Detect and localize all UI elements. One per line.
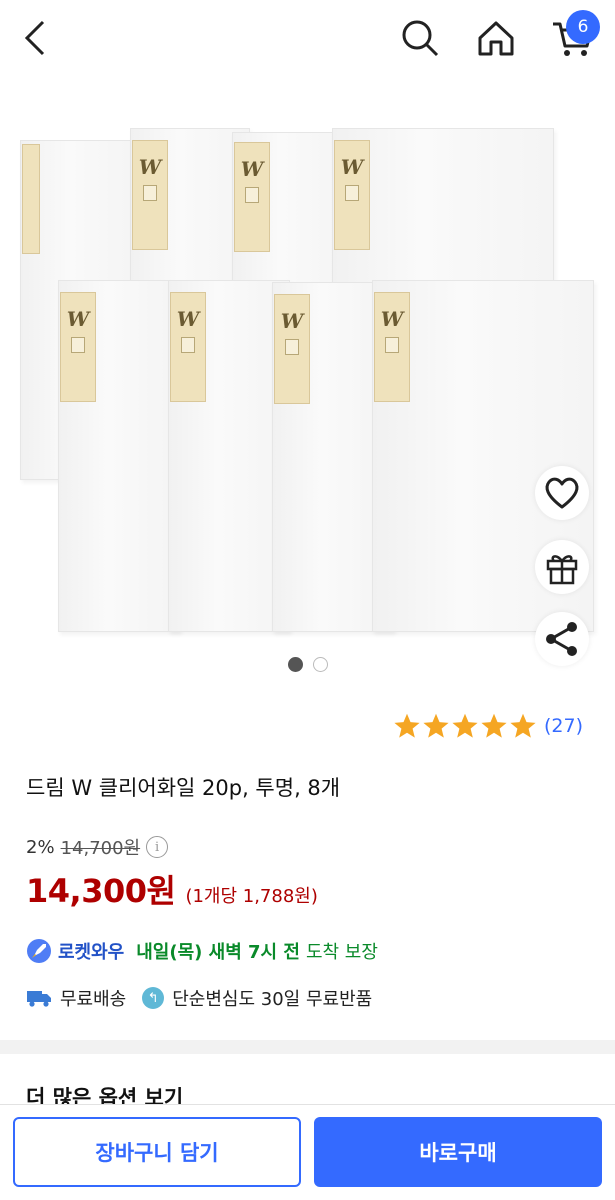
sale-price: 14,300원 [26,872,176,910]
binder-logo: W [176,307,200,331]
binder-spine: W [374,292,410,402]
binder-label-window [181,337,195,353]
star-icon [452,713,478,738]
price-original-row: 2% 14,700원 i [26,834,169,860]
pagination-dot[interactable] [312,657,328,672]
home-button[interactable] [466,10,526,66]
binder-logo: W [340,155,364,179]
free-shipping-label: 무료배송 [60,989,127,1010]
price-current-row: 14,300원 (1개당 1,788원) [26,866,318,912]
rocket-wow-badge: 로켓와우 [58,942,125,963]
gift-icon [546,555,578,585]
product-rating[interactable]: (27) [393,712,583,740]
binder-label-window [143,185,157,201]
binder-spine: W [60,292,96,402]
star-icon [510,713,536,738]
star-icon [481,713,507,738]
truck-icon [27,991,51,1007]
search-button[interactable] [390,10,450,66]
heart-icon [545,477,579,509]
binder-label-window [385,337,399,353]
binder-logo: W [380,307,404,331]
wishlist-button[interactable] [535,466,589,520]
binder-label-window [71,337,85,353]
top-header: 6 [0,0,615,80]
cart-button[interactable]: 6 [542,10,602,66]
original-price: 14,700원 [60,838,141,859]
binder-spine [22,144,40,254]
benefits-row: 무료배송 ↰ 단순변심도 30일 무료반품 [26,985,372,1011]
gallery-pagination [0,657,615,672]
binder-spine: W [334,140,370,250]
binder-spine: W [132,140,168,250]
rocket-icon [27,939,51,963]
chevron-left-icon [24,20,45,56]
delivery-guarantee: 도착 보장 [305,942,378,963]
product-title: 드림 W 클리어화일 20p, 투명, 8개 [26,776,341,800]
delivery-date: 내일(목) 새벽 7시 전 [136,942,300,963]
binder-logo: W [240,157,264,181]
binder-spine: W [274,294,310,404]
binder-label-window [245,187,259,203]
home-icon [478,21,514,56]
review-count-link[interactable]: (27) [544,715,583,737]
back-button[interactable] [6,10,66,66]
buy-now-button[interactable]: 바로구매 [314,1117,602,1187]
binder-spine: W [170,292,206,402]
binder-logo: W [280,309,304,333]
binder-label-window [345,185,359,201]
discount-rate: 2% [26,836,55,858]
section-divider [0,1040,615,1054]
pagination-dot-active[interactable] [287,657,303,672]
binder-label-window [285,339,299,355]
bottom-action-bar: 장바구니 담기 바로구매 [0,1104,615,1200]
add-to-cart-button[interactable]: 장바구니 담기 [13,1117,301,1187]
cart-count-badge: 6 [566,10,600,44]
gift-button[interactable] [535,540,589,594]
delivery-info: 로켓와우 내일(목) 새벽 7시 전 도착 보장 [26,938,378,964]
search-icon [402,20,439,57]
binder-logo: W [66,307,90,331]
product-image-gallery[interactable]: W W W W W W W [0,80,615,680]
info-icon[interactable]: i [146,836,169,858]
return-icon: ↰ [142,987,165,1009]
free-return-label: 단순변심도 30일 무료반품 [172,989,373,1010]
binder-spine: W [234,142,270,252]
share-icon [546,622,577,656]
star-icon [423,713,449,738]
unit-price: (1개당 1,788원) [185,886,318,907]
binder-logo: W [138,155,162,179]
star-icon [394,713,420,738]
more-options-heading[interactable]: 더 많은 옵션 보기 [26,1082,183,1104]
